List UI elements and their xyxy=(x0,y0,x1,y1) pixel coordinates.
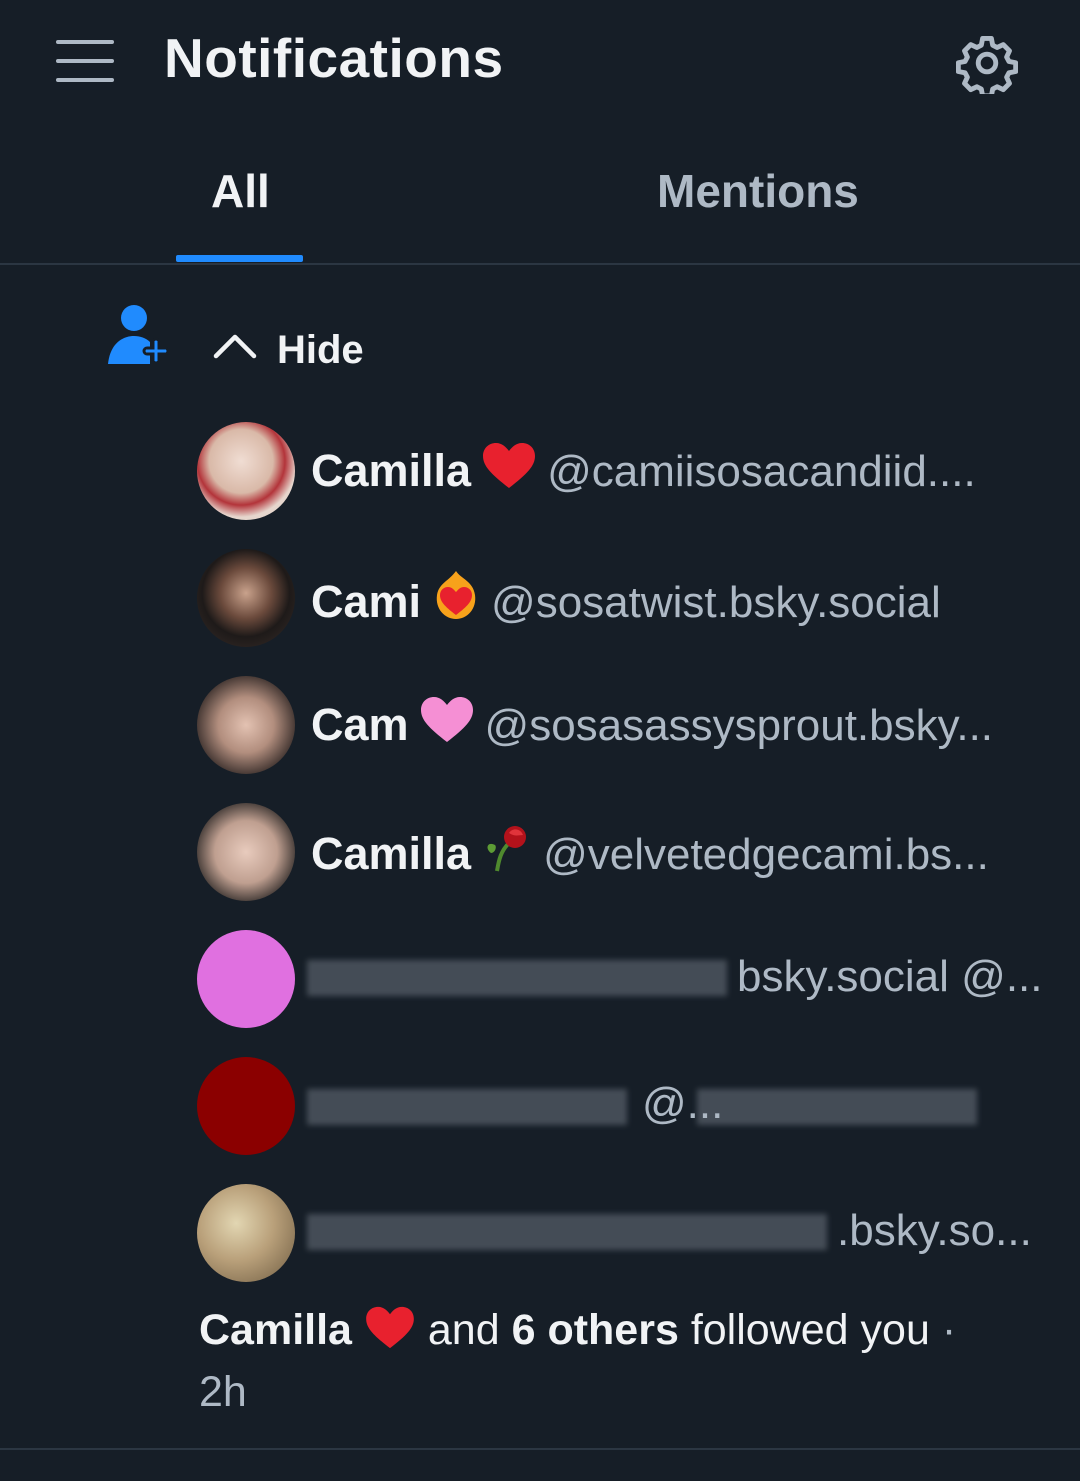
notification-summary: Camilla and 6 others followed you · 2h xyxy=(199,1302,1039,1420)
follower-row[interactable]: bsky.social @... xyxy=(197,930,1057,1030)
tab-mentions[interactable]: Mentions xyxy=(657,164,859,218)
follower-row[interactable]: Cam @sosasassysprout.bsky... xyxy=(197,676,1057,776)
follower-row[interactable]: Cami @sosatwist.bsky.social xyxy=(197,549,1057,649)
tab-all[interactable]: All xyxy=(211,164,270,218)
follower-handle: @... xyxy=(642,1079,724,1128)
redacted-name xyxy=(307,960,727,996)
redacted-name xyxy=(307,1089,627,1125)
follower-handle: @velvetedgecami.bs... xyxy=(543,830,989,879)
chevron-up-icon xyxy=(213,334,257,359)
follower-handle: @sosatwist.bsky.social xyxy=(491,578,941,627)
follower-row[interactable]: Camilla @velvetedgecami.bs... xyxy=(197,803,1057,903)
avatar[interactable] xyxy=(197,1184,295,1282)
avatar[interactable] xyxy=(197,422,295,520)
avatar[interactable] xyxy=(197,676,295,774)
follower-row[interactable]: .bsky.so... xyxy=(197,1184,1057,1284)
active-tab-indicator xyxy=(176,255,303,262)
redacted-name xyxy=(307,1214,827,1250)
follower-name: Camilla xyxy=(311,828,472,879)
follower-handle: @camiisosacandiid.... xyxy=(547,447,976,496)
follower-name: Cam xyxy=(311,699,409,750)
follower-handle: @sosasassysprout.bsky... xyxy=(484,701,994,750)
person-add-icon xyxy=(108,305,170,365)
summary-and: and xyxy=(427,1306,500,1354)
red-heart-icon xyxy=(481,442,537,501)
summary-separator: · xyxy=(941,1306,957,1354)
follower-name: Cami xyxy=(311,576,422,627)
avatar[interactable] xyxy=(197,1057,295,1155)
pink-heart-icon xyxy=(419,696,475,755)
avatar[interactable] xyxy=(197,930,295,1028)
divider xyxy=(0,1448,1080,1450)
summary-action: followed you xyxy=(690,1306,930,1354)
gear-icon[interactable] xyxy=(956,32,1018,94)
follower-name: Camilla xyxy=(311,445,472,496)
avatar[interactable] xyxy=(197,549,295,647)
summary-lead-name: Camilla xyxy=(199,1306,352,1354)
follower-handle: .bsky.so... xyxy=(837,1206,1032,1255)
page-title: Notifications xyxy=(164,27,504,89)
follower-row[interactable]: @... xyxy=(197,1057,1057,1157)
wilted-rose-icon xyxy=(481,823,533,883)
avatar[interactable] xyxy=(197,803,295,901)
notification-timestamp: 2h xyxy=(199,1368,247,1416)
summary-others-count[interactable]: 6 others xyxy=(512,1306,679,1354)
hamburger-menu-icon[interactable] xyxy=(56,40,114,82)
heart-on-fire-icon xyxy=(431,569,481,629)
follower-row[interactable]: Camilla @camiisosacandiid.... xyxy=(197,422,1057,522)
red-heart-icon xyxy=(364,1306,416,1364)
notification-tabs: All Mentions xyxy=(0,130,1080,265)
hide-label: Hide xyxy=(277,328,364,372)
header-bar: Notifications xyxy=(0,0,1080,124)
follower-handle: bsky.social @... xyxy=(737,952,1043,1001)
